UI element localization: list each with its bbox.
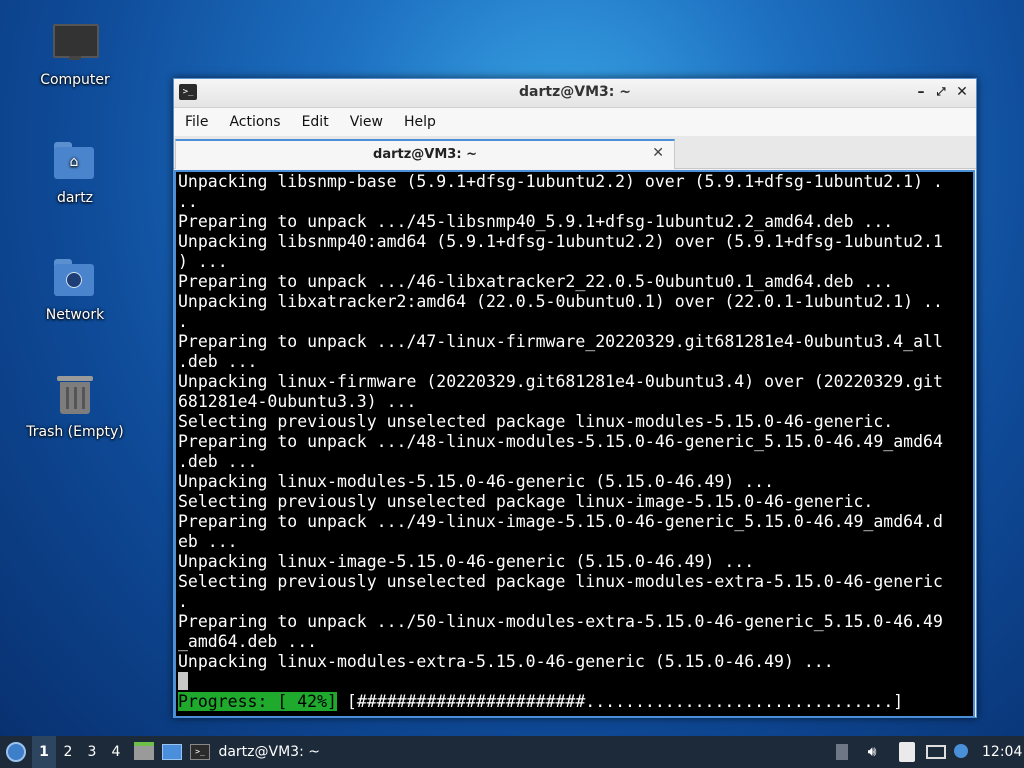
desktop-icon-home[interactable]: ⌂ dartz <box>15 140 135 206</box>
clipboard-icon[interactable] <box>899 736 919 768</box>
terminal-line: Unpacking linux-image-5.15.0-46-generic … <box>178 552 755 571</box>
window-titlebar[interactable]: >_ dartz@VM3: ~ – ⤢ ✕ <box>174 79 976 108</box>
terminal-output[interactable]: Unpacking libsnmp-base (5.9.1+dfsg-1ubun… <box>174 170 975 718</box>
workspace-1[interactable]: 1 <box>32 736 56 768</box>
tab-label: dartz@VM3: ~ <box>373 147 477 162</box>
progress-line: Progress: [ 42%] [######################… <box>176 692 973 712</box>
terminal-line: Preparing to unpack .../48-linux-modules… <box>178 432 943 451</box>
terminal-line: Preparing to unpack .../46-libxatracker2… <box>178 272 894 291</box>
menubar: File Actions Edit View Help <box>174 108 976 136</box>
maximize-button[interactable]: ⤢ <box>932 83 950 101</box>
terminal-line: Unpacking linux-modules-5.15.0-46-generi… <box>178 472 775 491</box>
task-label: dartz@VM3: ~ <box>218 744 320 760</box>
desktop-icon-trash[interactable]: Trash (Empty) <box>15 374 135 440</box>
desktop-icon-label: Trash (Empty) <box>26 424 124 440</box>
terminal-lines: Unpacking libsnmp-base (5.9.1+dfsg-1ubun… <box>176 172 973 672</box>
desktop-icon-network[interactable]: Network <box>15 257 135 323</box>
menu-help[interactable]: Help <box>393 108 446 130</box>
terminal-line: .deb ... <box>178 352 258 371</box>
terminal-line: Unpacking linux-firmware (20220329.git68… <box>178 372 943 391</box>
app-menu-icon[interactable] <box>4 736 28 768</box>
tray-scroll-icon[interactable] <box>836 736 850 768</box>
task-terminal-icon: >_ <box>190 744 210 760</box>
terminal-window[interactable]: >_ dartz@VM3: ~ – ⤢ ✕ File Actions Edit Vie… <box>173 78 977 718</box>
window-title: dartz@VM3: ~ <box>519 84 631 100</box>
tab-bar: dartz@VM3: ~ ✕ <box>174 136 976 169</box>
home-folder-icon: ⌂ <box>49 140 101 184</box>
desktop-icon-label: Computer <box>40 72 110 88</box>
terminal-line: ) ... <box>178 252 228 271</box>
terminal-line: Preparing to unpack .../47-linux-firmwar… <box>178 332 943 351</box>
menu-file[interactable]: File <box>174 108 218 130</box>
trash-icon <box>49 374 101 418</box>
terminal-line: Preparing to unpack .../50-linux-modules… <box>178 612 943 631</box>
file-manager-launcher-icon[interactable] <box>134 736 156 768</box>
updates-icon[interactable] <box>954 736 972 768</box>
minimize-button[interactable]: – <box>912 83 930 101</box>
close-button[interactable]: ✕ <box>953 83 971 101</box>
workspace-4[interactable]: 4 <box>104 736 128 768</box>
terminal-line: Unpacking libsnmp-base (5.9.1+dfsg-1ubun… <box>178 172 943 191</box>
terminal-line: Unpacking libxatracker2:amd64 (22.0.5-0u… <box>178 292 943 311</box>
terminal-line: Preparing to unpack .../45-libsnmp40_5.9… <box>178 212 894 231</box>
progress-bar: [#######################................… <box>336 692 904 711</box>
terminal-line: . <box>178 312 188 331</box>
terminal-line: Selecting previously unselected package … <box>178 572 943 591</box>
terminal-line: Selecting previously unselected package … <box>178 412 894 431</box>
desktop-icon-computer[interactable]: Computer <box>15 22 135 88</box>
terminal-line: Unpacking linux-modules-extra-5.15.0-46-… <box>178 652 834 671</box>
workspace-3[interactable]: 3 <box>80 736 104 768</box>
terminal-line: _amd64.deb ... <box>178 632 318 651</box>
menu-actions[interactable]: Actions <box>218 108 290 130</box>
computer-icon <box>49 22 101 66</box>
menu-view[interactable]: View <box>339 108 393 130</box>
volume-icon[interactable]: 🔊︎ <box>862 736 882 768</box>
menu-edit[interactable]: Edit <box>291 108 339 130</box>
show-desktop-icon[interactable] <box>162 736 184 768</box>
terminal-cursor <box>178 672 188 690</box>
terminal-line: .deb ... <box>178 452 258 471</box>
progress-label: Progress: [ 42%] <box>178 692 337 711</box>
task-terminal[interactable]: >_ dartz@VM3: ~ <box>190 736 490 768</box>
network-folder-icon <box>49 257 101 301</box>
terminal-cursor-line <box>176 672 973 692</box>
terminal-line: Preparing to unpack .../49-linux-image-5… <box>178 512 943 531</box>
clock[interactable]: 12:04 <box>982 736 1022 768</box>
terminal-line: Selecting previously unselected package … <box>178 492 874 511</box>
tab-close-icon[interactable]: ✕ <box>652 145 664 161</box>
terminal-line: 681281e4-0ubuntu3.3) ... <box>178 392 417 411</box>
taskbar: 1 2 3 4 >_ dartz@VM3: ~ 🔊︎ 12:04 <box>0 736 1024 768</box>
terminal-line: . <box>178 592 188 611</box>
terminal-line: .. <box>178 192 198 211</box>
tab-terminal[interactable]: dartz@VM3: ~ ✕ <box>175 139 675 169</box>
network-tray-icon[interactable] <box>926 736 948 768</box>
terminal-line: Unpacking libsnmp40:amd64 (5.9.1+dfsg-1u… <box>178 232 943 251</box>
desktop-icon-label: Network <box>45 307 105 323</box>
desktop-icon-label: dartz <box>56 190 94 206</box>
workspace-2[interactable]: 2 <box>56 736 80 768</box>
terminal-line: eb ... <box>178 532 238 551</box>
